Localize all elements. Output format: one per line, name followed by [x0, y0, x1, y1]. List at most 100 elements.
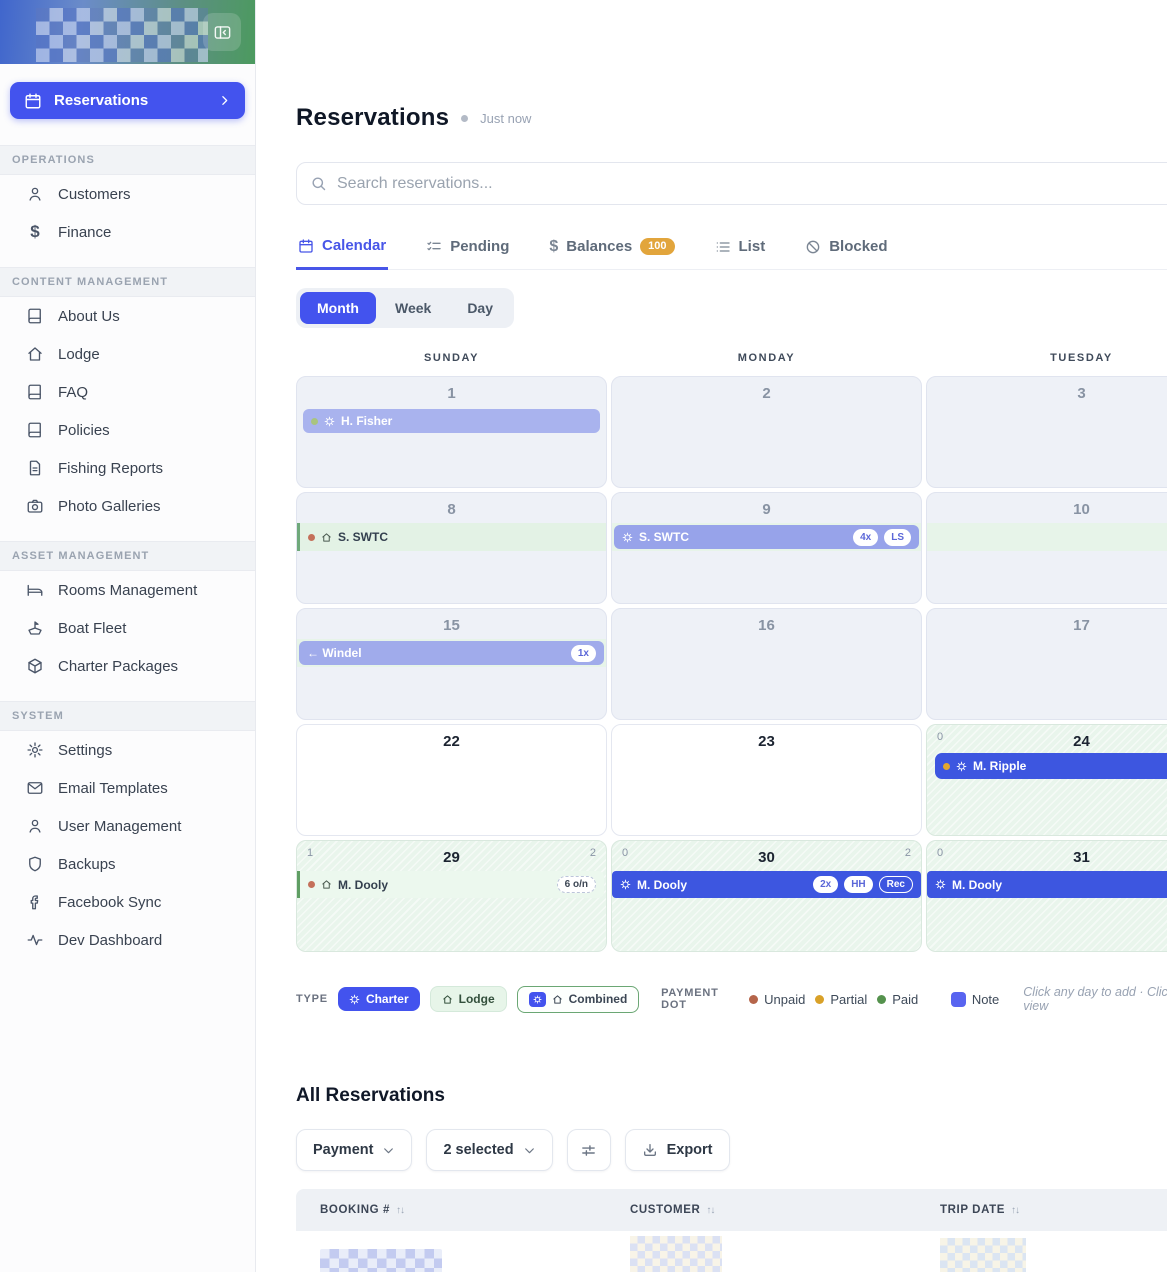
sidebar-item-facebook-sync[interactable]: Facebook Sync — [0, 883, 255, 921]
sidebar-item-faq[interactable]: FAQ — [0, 373, 255, 411]
button-label: Export — [667, 1142, 713, 1158]
helm-icon — [324, 416, 335, 427]
calendar-day-cell-16[interactable]: 16 — [611, 608, 922, 720]
dollar-icon: $ — [549, 238, 558, 256]
tab-calendar[interactable]: Calendar — [296, 231, 388, 270]
sidebar-item-photo-galleries[interactable]: Photo Galleries — [0, 487, 255, 525]
legend-label: Unpaid — [764, 992, 805, 1007]
calendar-day-cell-10[interactable]: 10 — [926, 492, 1167, 604]
customer-redacted — [630, 1236, 722, 1272]
shield-icon — [26, 855, 44, 873]
column-label: TRIP DATE — [940, 1204, 1005, 1216]
sidebar-item-label: Settings — [58, 742, 112, 759]
sort-icon[interactable]: ↑↓ — [1011, 1205, 1019, 1216]
sort-icon[interactable]: ↑↓ — [706, 1205, 714, 1216]
legend-label: Note — [972, 992, 999, 1007]
day-number: 8 — [297, 493, 606, 518]
view-week-button[interactable]: Week — [378, 292, 448, 324]
day-number: 23 — [612, 725, 921, 750]
home-icon — [26, 345, 44, 363]
column-label: BOOKING # — [320, 1204, 390, 1216]
sidebar-item-about-us[interactable]: About Us — [0, 297, 255, 335]
corner-count: 0 — [937, 731, 943, 743]
view-day-button[interactable]: Day — [450, 292, 510, 324]
search-input[interactable] — [337, 175, 1167, 193]
legend-lodge-pill[interactable]: Lodge — [430, 986, 507, 1012]
legend-type-label: TYPE — [296, 993, 328, 1005]
calendar-day-cell-8[interactable]: 8 S. SWTC — [296, 492, 607, 604]
advanced-filters-button[interactable] — [567, 1129, 611, 1171]
camera-icon — [26, 497, 44, 515]
sidebar-item-policies[interactable]: Policies — [0, 411, 255, 449]
sidebar-item-dev-dashboard[interactable]: Dev Dashboard — [0, 921, 255, 959]
search-bar[interactable] — [296, 162, 1167, 205]
sidebar-item-label: Rooms Management — [58, 582, 197, 599]
checklist-icon — [426, 239, 442, 255]
event-bar-m-dooly-charter-2[interactable]: M. Dooly — [927, 871, 1167, 898]
event-label: M. Dooly — [338, 878, 388, 892]
user-icon — [26, 185, 44, 203]
sidebar-item-fishing-reports[interactable]: Fishing Reports — [0, 449, 255, 487]
event-bar-s-swtc-charter[interactable]: S. SWTC 4x LS — [614, 525, 919, 549]
calendar-day-cell-24[interactable]: 0 24 M. Ripple — [926, 724, 1167, 836]
chevron-right-icon — [218, 94, 231, 107]
calendar-day-cell-23[interactable]: 23 — [611, 724, 922, 836]
calendar-day-cell-1[interactable]: 1 H. Fisher — [296, 376, 607, 488]
view-month-button[interactable]: Month — [300, 292, 376, 324]
day-number: 10 — [927, 493, 1167, 518]
event-bar-m-ripple[interactable]: M. Ripple — [935, 753, 1167, 779]
sidebar-item-boat-fleet[interactable]: Boat Fleet — [0, 609, 255, 647]
sort-icon[interactable]: ↑↓ — [396, 1205, 404, 1216]
calendar-day-cell-31[interactable]: 0 31 M. Dooly — [926, 840, 1167, 952]
column-header-trip-date[interactable]: TRIP DATE ↑↓ — [940, 1204, 1167, 1216]
calendar-grid: 1 H. Fisher 2 3 8 — [296, 376, 1167, 952]
table-row[interactable] — [296, 1231, 1167, 1272]
sidebar-item-charter-packages[interactable]: Charter Packages — [0, 647, 255, 685]
tab-list[interactable]: List — [713, 231, 768, 269]
event-label: M. Dooly — [637, 878, 687, 892]
event-bar-m-dooly-lodge[interactable]: M. Dooly 6 o/n — [297, 871, 604, 898]
tab-label: Calendar — [322, 237, 386, 254]
calendar-day-cell-22[interactable]: 22 — [296, 724, 607, 836]
event-bar-m-dooly-charter[interactable]: M. Dooly 2x HH Rec — [612, 871, 921, 898]
sidebar-item-settings[interactable]: Settings — [0, 731, 255, 769]
sidebar-item-lodge[interactable]: Lodge — [0, 335, 255, 373]
sidebar-item-email-templates[interactable]: Email Templates — [0, 769, 255, 807]
sidebar-item-rooms-management[interactable]: Rooms Management — [0, 571, 255, 609]
calendar-day-cell-30[interactable]: 0 2 30 M. Dooly 2x HH Rec — [611, 840, 922, 952]
columns-selected-dropdown[interactable]: 2 selected — [426, 1129, 552, 1171]
note-square-icon — [951, 992, 966, 1007]
tab-pending[interactable]: Pending — [424, 231, 511, 269]
calendar-day-cell-15[interactable]: 15 ← Windel 1x — [296, 608, 607, 720]
calendar-day-cell-3[interactable]: 3 — [926, 376, 1167, 488]
calendar-legend: TYPE Charter Lodge Combined PAYMENT DOT … — [296, 985, 1167, 1013]
calendar-day-cell-9[interactable]: 9 S. SWTC 4x LS — [611, 492, 922, 604]
export-button[interactable]: Export — [625, 1129, 730, 1171]
sidebar-item-finance[interactable]: $ Finance — [0, 213, 255, 251]
column-header-booking[interactable]: BOOKING # ↑↓ — [296, 1204, 630, 1216]
event-bar-windel[interactable]: ← Windel 1x — [299, 641, 604, 665]
calendar-day-cell-29[interactable]: 1 2 29 M. Dooly 6 o/n — [296, 840, 607, 952]
calendar-day-cell-2[interactable]: 2 — [611, 376, 922, 488]
sidebar-item-reservations[interactable]: Reservations — [10, 82, 245, 119]
blocked-icon — [805, 239, 821, 255]
column-header-customer[interactable]: CUSTOMER ↑↓ — [630, 1204, 940, 1216]
weekday-label: MONDAY — [611, 352, 922, 364]
calendar-day-cell-17[interactable]: 17 — [926, 608, 1167, 720]
event-bar-s-swtc-lodge[interactable]: S. SWTC — [297, 523, 606, 551]
dollar-icon: $ — [26, 222, 44, 242]
tab-blocked[interactable]: Blocked — [803, 231, 889, 269]
sidebar-item-backups[interactable]: Backups — [0, 845, 255, 883]
sidebar-item-label: Email Templates — [58, 780, 168, 797]
sidebar-collapse-button[interactable] — [203, 13, 241, 51]
legend-combined-pill[interactable]: Combined — [517, 986, 640, 1013]
payment-filter-dropdown[interactable]: Payment — [296, 1129, 412, 1171]
booking-number-redacted — [320, 1249, 442, 1272]
event-bar-h-fisher[interactable]: H. Fisher — [303, 409, 600, 433]
sidebar-item-customers[interactable]: Customers — [0, 175, 255, 213]
sidebar-item-user-management[interactable]: User Management — [0, 807, 255, 845]
tab-balances[interactable]: $ Balances 100 — [547, 231, 676, 269]
helm-icon — [935, 879, 946, 890]
legend-charter-pill[interactable]: Charter — [338, 987, 420, 1011]
status-dot — [461, 115, 468, 122]
